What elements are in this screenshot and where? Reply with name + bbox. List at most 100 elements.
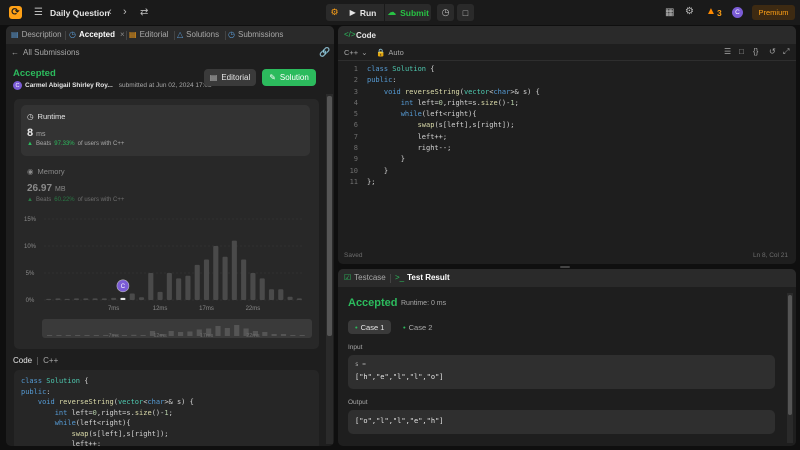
- memory-chip-icon: ◉: [27, 167, 34, 176]
- runtime-header: ◷ Runtime: [27, 112, 65, 121]
- memory-title: Memory: [37, 167, 65, 176]
- author-name[interactable]: Carmel Abigail Shirley Roy...: [25, 82, 113, 89]
- debug-icon[interactable]: ⚙: [326, 4, 343, 21]
- pass-dot-icon: •: [355, 322, 358, 332]
- navigator-tick-label: 17ms: [200, 333, 214, 339]
- navigator-bar: [262, 332, 268, 336]
- leetcode-logo-icon[interactable]: ⟳: [9, 6, 22, 19]
- language-selector[interactable]: C++ ⌄: [344, 48, 367, 57]
- thumbs-up-icon: ▲: [27, 141, 33, 147]
- tab-submissions[interactable]: ◷ Submissions: [228, 30, 283, 39]
- result-scrollbar-thumb[interactable]: [788, 295, 792, 415]
- tab-accepted-label: Accepted: [78, 30, 115, 39]
- chart-bar: [46, 298, 52, 300]
- output-box[interactable]: ["o","l","l","e","h"]: [348, 410, 775, 434]
- submitted-at: submitted at Jun 02, 2024 17:08: [118, 82, 212, 89]
- runtime-distribution-chart[interactable]: 15% 10% 5% 0% C 7ms 12ms 17ms 22ms 7ms 12ms 17ms 22m…: [14, 199, 319, 349]
- streak-fire-icon[interactable]: ▲: [706, 6, 716, 17]
- submission-author-row: C Carmel Abigail Shirley Roy... submitte…: [13, 81, 212, 90]
- user-avatar[interactable]: C: [732, 7, 743, 18]
- author-avatar[interactable]: C: [13, 81, 22, 90]
- tab-editorial[interactable]: ▤ Editorial: [129, 30, 168, 39]
- chart-bar: [185, 275, 191, 300]
- y-tick-label: 10%: [24, 244, 37, 250]
- tab-description[interactable]: ▤ Description: [11, 30, 62, 39]
- navigator-bar: [140, 335, 146, 336]
- reset-icon[interactable]: ↺: [769, 47, 776, 56]
- chart-bar: [203, 259, 210, 300]
- lock-icon: 🔒: [376, 48, 386, 57]
- premium-button[interactable]: Premium: [752, 5, 795, 20]
- chart-bar: [259, 278, 265, 300]
- next-question-icon[interactable]: ›: [123, 6, 127, 18]
- chart-bar: [55, 298, 61, 300]
- daily-question-title[interactable]: Daily Question: [50, 8, 110, 18]
- alarm-icon[interactable]: ◷: [437, 4, 454, 21]
- runtime-card[interactable]: ◷ Runtime 8 ms ▲ Beats 97.33% of users w…: [21, 105, 310, 156]
- tab-test-result[interactable]: >_ Test Result: [395, 273, 450, 282]
- problem-list-icon[interactable]: ☰: [34, 7, 43, 18]
- all-submissions-link[interactable]: ← All Submissions: [11, 48, 79, 57]
- line-numbers: 1 2 3 4 5 6 7 8 9 10 11: [349, 65, 358, 186]
- navigator-tick-label: 7ms: [108, 333, 119, 339]
- tab-solutions[interactable]: △ Solutions: [177, 30, 219, 39]
- left-scrollbar-thumb[interactable]: [327, 96, 332, 336]
- auto-mode-toggle[interactable]: 🔒 Auto: [376, 48, 404, 57]
- post-solution-button[interactable]: ✎ Solution: [262, 69, 316, 86]
- code-section-label: Code: [13, 356, 33, 365]
- code-editor-panel: </> Code C++ ⌄ 🔒 Auto ☰ □ {} ↺ ⤢ 1 2 3 4…: [338, 26, 796, 264]
- format-icon[interactable]: ☰: [724, 47, 731, 56]
- saved-status: Saved: [344, 252, 363, 259]
- tab-accepted[interactable]: ◷ Accepted ×: [69, 30, 125, 39]
- book-icon: ▤: [129, 30, 137, 39]
- settings-gear-icon[interactable]: ⚙: [685, 6, 694, 17]
- output-value: ["o","l","l","e","h"]: [355, 417, 444, 425]
- run-label: Run: [359, 7, 377, 18]
- submit-button[interactable]: ☁ Submit: [385, 4, 431, 21]
- chart-bar: [296, 298, 302, 300]
- chart-bar: [176, 278, 182, 300]
- memory-header[interactable]: ◉ Memory: [27, 167, 65, 176]
- close-tab-icon[interactable]: ×: [120, 30, 125, 39]
- run-button[interactable]: ▶ Run: [342, 4, 384, 21]
- chart-bar: [129, 293, 135, 300]
- left-tabbar: ▤ Description ◷ Accepted × ▤ Editorial △…: [6, 26, 334, 44]
- share-link-icon[interactable]: 🔗: [319, 47, 330, 58]
- divider: [37, 356, 39, 365]
- case-tab-2[interactable]: • Case 2: [396, 320, 439, 334]
- fullscreen-icon[interactable]: ⤢: [783, 47, 789, 57]
- code-editor-content[interactable]: class Solution { public: void reverseStr…: [367, 64, 540, 188]
- case-tab-1[interactable]: • Case 1: [348, 320, 392, 334]
- navigator-bar: [75, 335, 81, 336]
- memory-value-row: 26.97 MB: [27, 183, 66, 194]
- input-label: Input: [348, 344, 363, 351]
- navigator-bar: [168, 331, 174, 336]
- input-box[interactable]: s = ["h","e","l","l","o"]: [348, 355, 775, 389]
- editor-header: </> Code: [338, 26, 796, 44]
- braces-icon[interactable]: {}: [753, 47, 758, 56]
- result-runtime: Runtime: 0 ms: [401, 300, 447, 307]
- tab-divider: [126, 31, 127, 40]
- edit-icon: ✎: [269, 73, 276, 82]
- history-icon: ◷: [69, 30, 76, 39]
- navigator-bar: [178, 332, 184, 336]
- submitted-code-block[interactable]: class Solution { public: void reverseStr…: [14, 370, 319, 446]
- memory-unit: MB: [55, 186, 66, 193]
- shuffle-icon[interactable]: ⇄: [140, 7, 148, 18]
- chart-bar: [92, 298, 98, 300]
- prev-question-icon[interactable]: ‹: [108, 6, 112, 18]
- tab-submissions-label: Submissions: [237, 30, 284, 39]
- y-tick-label: 0%: [26, 298, 35, 304]
- test-tabbar: ☑ Testcase >_ Test Result: [338, 269, 796, 287]
- tab-testcase[interactable]: ☑ Testcase: [344, 273, 386, 282]
- description-icon: ▤: [11, 30, 19, 39]
- vertical-splitter-handle[interactable]: [560, 266, 570, 268]
- upload-cloud-icon: ☁: [387, 7, 397, 17]
- layout-grid-icon[interactable]: ▦: [665, 7, 674, 18]
- chart-bar: [287, 296, 293, 300]
- tab-divider: [65, 31, 66, 40]
- notes-icon[interactable]: □: [457, 4, 474, 21]
- editorial-label: Editorial: [221, 73, 251, 82]
- editorial-button[interactable]: ▤ Editorial: [204, 69, 256, 86]
- bookmark-icon[interactable]: □: [739, 47, 744, 56]
